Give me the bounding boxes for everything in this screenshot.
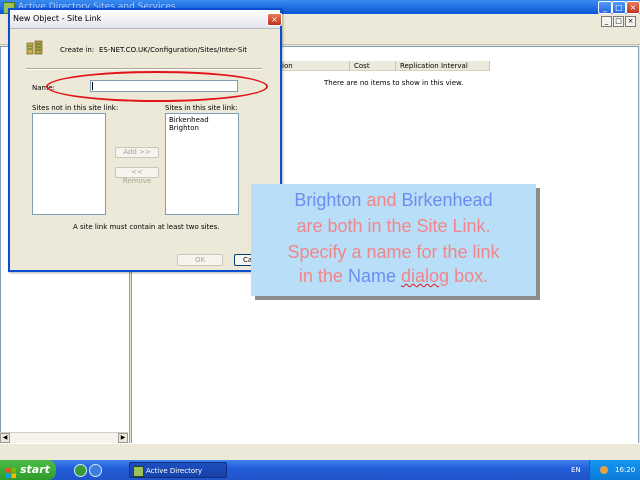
status-bar xyxy=(0,443,640,461)
sites-not-in-link-list[interactable] xyxy=(32,113,106,215)
callout-line-2: are both in the Site Link. xyxy=(296,216,491,236)
app-icon xyxy=(133,466,144,477)
scroll-left-icon[interactable]: ◀ xyxy=(0,433,10,443)
windows-logo-icon xyxy=(6,465,16,478)
mdi-minimize-icon[interactable]: _ xyxy=(601,16,612,27)
maximize-icon[interactable]: □ xyxy=(612,1,626,14)
column-header-replication-interval[interactable]: Replication Interval xyxy=(396,61,490,71)
instruction-callout: Brighton and Birkenhead are both in the … xyxy=(251,184,536,296)
sites-in-link-label: Sites in this site link: xyxy=(165,104,238,112)
quicklaunch-icon[interactable] xyxy=(74,464,87,477)
dialog-title: New Object - Site Link xyxy=(13,14,102,23)
mdi-close-icon[interactable]: × xyxy=(625,16,636,27)
callout-site-birkenhead: Birkenhead xyxy=(401,190,493,210)
list-item[interactable]: Brighton xyxy=(169,124,199,132)
callout-line-1: Brighton and Birkenhead xyxy=(251,190,536,211)
minimize-icon[interactable]: _ xyxy=(598,1,612,14)
add-button[interactable]: Add >> xyxy=(115,147,159,158)
mdi-restore-icon[interactable]: □ xyxy=(613,16,624,27)
site-link-icon xyxy=(26,40,43,55)
callout-line-4: in the Name dialog box. xyxy=(251,266,536,287)
ok-button[interactable]: OK xyxy=(177,254,223,266)
callout-site-brighton: Brighton xyxy=(294,190,362,210)
column-header-location[interactable]: ation xyxy=(271,61,350,71)
remove-button[interactable]: << Remove xyxy=(115,167,159,185)
tray-icon[interactable] xyxy=(600,466,608,474)
taskbar-item-label: Active Directory Sites... xyxy=(146,467,203,491)
tree-horizontal-scrollbar[interactable]: ◀ ▶ xyxy=(0,432,128,443)
column-header-cost[interactable]: Cost xyxy=(350,61,396,71)
create-in-label: Create in: xyxy=(60,46,95,54)
empty-list-message: There are no items to show in this view. xyxy=(324,79,464,87)
sites-in-link-list[interactable]: Birkenhead Brighton xyxy=(165,113,239,215)
clock: 16:20 xyxy=(615,466,636,474)
ie-icon[interactable] xyxy=(89,464,102,477)
taskbar-item-active-directory[interactable]: Active Directory Sites... xyxy=(129,462,227,491)
scroll-right-icon[interactable]: ▶ xyxy=(118,433,128,443)
divider xyxy=(26,68,262,70)
site-link-note: A site link must contain at least two si… xyxy=(73,223,220,231)
list-item[interactable]: Birkenhead xyxy=(169,116,209,124)
callout-and: and xyxy=(366,190,397,210)
create-in-path: ES-NET.CO.UK/Configuration/Sites/Inter-S… xyxy=(99,46,248,54)
sites-not-in-link-label: Sites not in this site link: xyxy=(32,104,119,112)
close-icon[interactable]: × xyxy=(267,13,282,26)
dialog-title-bar[interactable]: New Object - Site Link × xyxy=(10,10,282,29)
callout-box-word: box. xyxy=(454,266,489,286)
language-indicator[interactable]: EN xyxy=(571,466,581,474)
close-icon[interactable]: × xyxy=(626,1,640,14)
callout-dialog-word: dialog xyxy=(401,266,450,286)
start-label: start xyxy=(20,463,50,476)
start-button[interactable]: start xyxy=(0,460,56,480)
callout-name-word: Name xyxy=(347,266,396,286)
new-site-link-dialog: New Object - Site Link × Create in: ES-N… xyxy=(8,8,282,272)
annotation-highlight-oval xyxy=(46,71,268,102)
callout-in-the: in the xyxy=(298,266,343,286)
callout-line-3: Specify a name for the link xyxy=(287,242,500,262)
